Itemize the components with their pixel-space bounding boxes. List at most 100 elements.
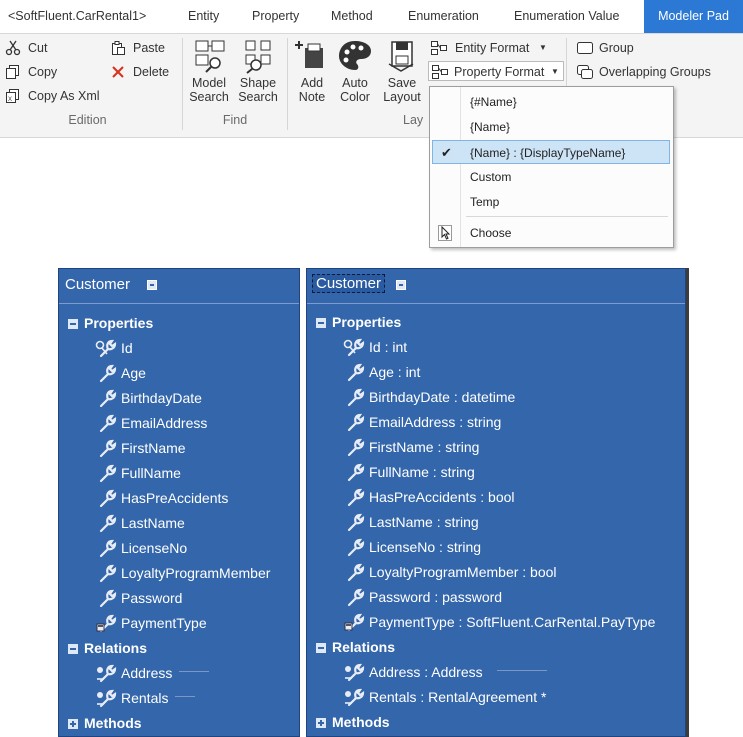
property-label: LoyaltyProgramMember [121,565,271,581]
property-label: FirstName [121,440,186,456]
tab-entity[interactable]: Entity [188,0,219,33]
expand-icon[interactable] [68,719,78,729]
tab-model[interactable]: <SoftFluent.CarRental1> [8,0,146,33]
property-icon [99,489,117,508]
find-group-label: Find [222,113,248,127]
property-icon [347,488,365,507]
chevron-down-icon: ▼ [539,43,547,52]
model-search-label-2: Search [189,90,229,104]
property-label: Age [121,365,146,381]
chevron-down-icon: ▼ [551,67,559,76]
shape-search-button[interactable]: Shape Search [237,38,279,104]
menu-item[interactable]: Custom [432,165,670,189]
property-format-menu: {#Name} {Name} ✔ {Name} : {DisplayTypeNam… [429,86,674,248]
property-label: LicenseNo [121,540,188,556]
section-label: Properties [84,315,154,331]
auto-color-label-1: Auto [342,76,368,90]
overlapping-groups-label: Overlapping Groups [599,65,711,79]
property-label: BirthdayDate [121,390,202,406]
enum-property-icon [344,613,365,632]
property-label: Age : int [369,364,421,380]
collapse-icon[interactable] [68,644,78,654]
model-search-button[interactable]: Model Search [188,38,230,104]
menu-item-choose[interactable]: Choose [432,221,670,245]
property-icon [99,364,117,383]
relation-link-line [179,671,209,672]
tab-enumeration-value[interactable]: Enumeration Value [514,0,619,33]
tab-method[interactable]: Method [331,0,373,33]
collapse-icon[interactable] [68,319,78,329]
collapse-icon[interactable] [316,318,326,328]
pointer-icon [438,225,452,241]
tab-enumeration[interactable]: Enumeration [408,0,479,33]
menu-item[interactable]: Temp [432,190,670,214]
collapse-icon[interactable] [396,280,406,290]
edition-group-label: Edition [68,113,107,127]
property-label: LoyaltyProgramMember : bool [369,564,557,580]
property-format-icon [432,65,448,79]
copy-xml-icon: X [6,89,19,103]
menu-item-label: Temp [470,195,500,209]
section-label: Properties [332,314,402,330]
menu-separator [466,216,668,217]
entity-format-label: Entity Format [455,41,530,55]
auto-color-button[interactable]: Auto Color [335,38,375,104]
group-divider [287,38,288,130]
save-layout-button[interactable]: Save Layout [380,38,424,104]
entity-shape-right[interactable]: Customer Properties Id : int Age : int Bir… [306,268,686,737]
property-label: FullName : string [369,464,475,480]
key-property-icon [343,338,365,357]
property-label: Password [121,590,183,606]
collapse-icon[interactable] [147,280,157,290]
property-label: HasPreAccidents [121,490,229,506]
collapse-icon[interactable] [316,643,326,653]
property-format-dropdown[interactable]: Property Format ▼ [428,61,564,81]
tab-property[interactable]: Property [252,0,299,33]
menu-item[interactable]: {#Name} [432,90,670,114]
entity-title[interactable]: Customer [312,274,386,293]
property-icon [99,564,117,583]
menu-item-selected[interactable]: ✔ {Name} : {DisplayTypeName} [432,140,670,164]
property-label: LastName [121,515,185,531]
save-layout-label-1: Save [387,76,417,90]
entity-shape-left[interactable]: Customer Properties Id Age BirthdayDate Ema… [58,268,300,737]
property-icon [99,539,117,558]
relation-icon [345,688,365,707]
key-property-icon [95,339,117,358]
copy-icon [6,65,19,79]
relation-link-line [497,670,547,671]
paste-icon [112,41,125,55]
property-label: HasPreAccidents : bool [369,489,515,505]
property-label: Id [121,340,133,356]
entity-title[interactable]: Customer [65,276,130,293]
section-label: Relations [332,639,396,655]
add-note-icon [295,41,323,68]
auto-color-label-2: Color [340,90,370,104]
property-label: FullName [121,465,181,481]
property-label: LastName : string [369,514,479,530]
scissors-icon [5,40,21,56]
property-label: EmailAddress : string [369,414,502,430]
group-icon [577,42,593,54]
property-label: LicenseNo : string [369,539,482,555]
property-icon [99,439,117,458]
property-label: BirthdayDate : datetime [369,389,516,405]
shape-shadow [686,268,689,737]
property-icon [347,513,365,532]
model-search-icon [195,40,225,73]
menu-item-label: {Name} : {DisplayTypeName} [470,146,626,160]
entity-format-dropdown[interactable]: Entity Format ▼ [430,38,556,58]
tab-modeler-pad[interactable]: Modeler Pad [644,0,743,33]
entity-header: Customer [307,269,685,304]
property-label: PaymentType : SoftFluent.CarRental.PayTy… [369,614,656,630]
palette-icon [339,41,371,70]
property-icon [99,589,117,608]
relation-icon [97,664,117,683]
add-note-button[interactable]: Add Note [293,38,331,104]
section-label: Relations [84,640,148,656]
expand-icon[interactable] [316,718,326,728]
menu-item[interactable]: {Name} [432,115,670,139]
group-label: Group [599,41,634,55]
add-note-label-1: Add [300,76,324,90]
save-layout-label-2: Layout [383,90,421,104]
